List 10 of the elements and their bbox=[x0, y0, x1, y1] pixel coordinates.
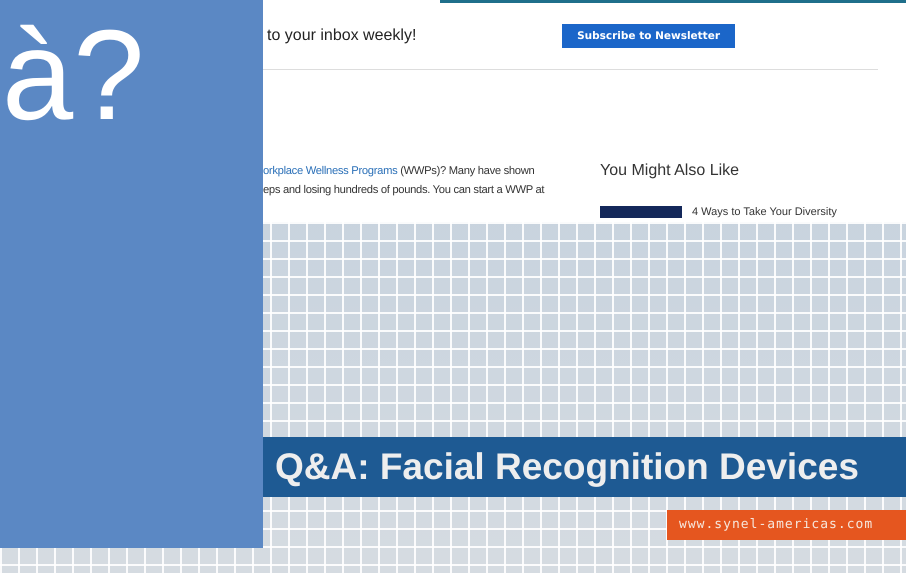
subscribe-button[interactable]: Subscribe to Newsletter bbox=[562, 24, 735, 48]
related-heading: You Might Also Like bbox=[600, 162, 740, 180]
overlay-glyph: à? bbox=[2, 8, 144, 144]
banner-title: Q&A: Facial Recognition Devices bbox=[263, 437, 906, 497]
article-paragraph: orkplace Wellness Programs (WWPs)? Many have shown eps and losing hundreds of pounds. You can start a WWP at bbox=[263, 164, 546, 198]
wellness-link[interactable]: orkplace Wellness Programs bbox=[263, 165, 398, 177]
related-article-link[interactable]: 4 Ways to Take Your Diversity bbox=[692, 206, 837, 218]
thumbnail-placeholder[interactable] bbox=[600, 206, 682, 218]
newsletter-prompt: to your inbox weekly! bbox=[267, 27, 416, 45]
banner-url: www.synel-americas.com bbox=[667, 510, 906, 540]
